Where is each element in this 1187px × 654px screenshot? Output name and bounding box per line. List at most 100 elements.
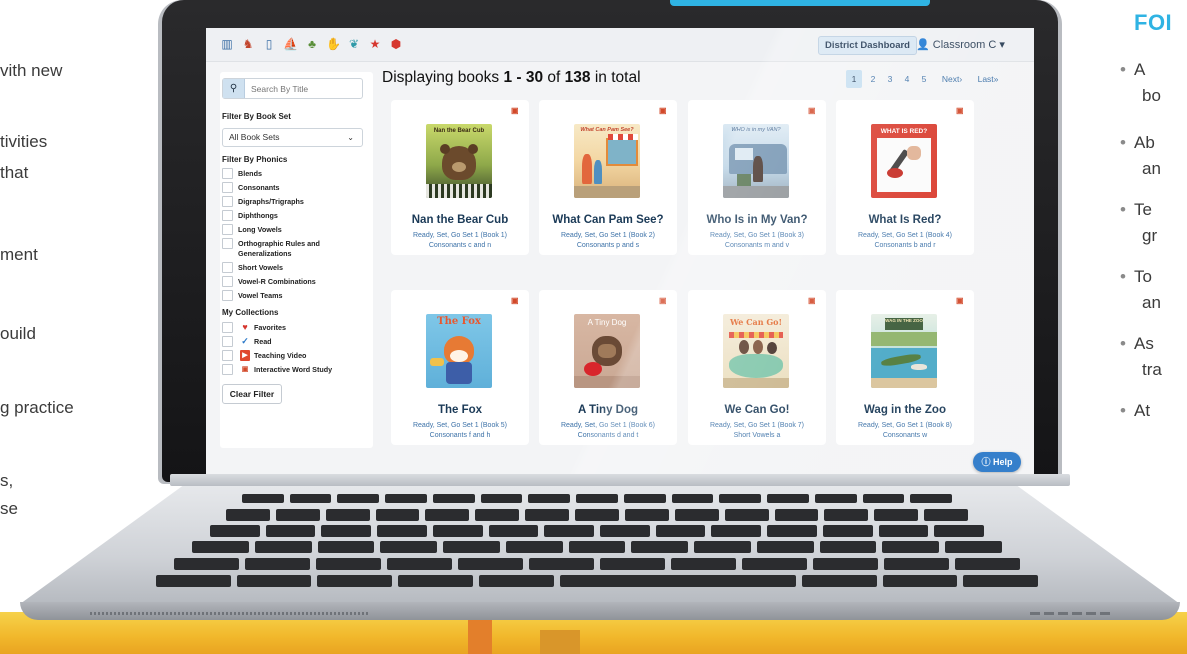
checkbox[interactable] [222, 350, 233, 361]
book-title[interactable]: What Can Pam See? [539, 214, 677, 226]
left-text-line: g practice [0, 398, 74, 417]
video-icon: ▶ [240, 350, 250, 361]
book-set-label: Ready, Set, Go Set 1 (Book 3) [709, 232, 805, 239]
keyboard-key [568, 541, 626, 553]
star-icon[interactable]: ★ [368, 37, 382, 51]
book-cover[interactable]: The Fox [426, 314, 492, 388]
book-card[interactable]: ▣ Nan the Bear Cub Nan the Bear Cub Read… [391, 100, 529, 255]
book-focus-label: Consonants d and t [577, 432, 639, 439]
search-input[interactable] [251, 82, 359, 95]
checkbox[interactable] [222, 322, 233, 333]
word-study-icon: ▣ [659, 106, 667, 115]
keyboard-key [488, 525, 539, 537]
keyboard-key [544, 525, 594, 537]
keyboard-key [156, 575, 231, 587]
book-card[interactable]: ▣ We Can Go! We Can Go! Ready, Set, Go S… [688, 290, 826, 445]
checkbox[interactable] [222, 196, 233, 207]
book-title[interactable]: The Fox [391, 404, 529, 416]
books-icon[interactable]: ▥ [220, 37, 234, 51]
family-icon[interactable]: ♣ [305, 37, 319, 51]
book-title[interactable]: Who Is in My Van? [688, 214, 826, 226]
page-3[interactable]: 3 [883, 70, 897, 88]
checkbox[interactable] [222, 262, 233, 273]
book-title[interactable]: What Is Red? [836, 214, 974, 226]
readers-icon[interactable]: ♞ [241, 37, 255, 51]
keyboard-key [955, 558, 1020, 570]
keyboard-key [600, 525, 650, 537]
book-card[interactable]: ▣ The Fox The Fox Ready, Set, Go Set 1 (… [391, 290, 529, 445]
checkbox[interactable] [222, 224, 233, 235]
chevron-down-icon: ⌄ [347, 133, 354, 142]
search-icon[interactable]: ⚲ [223, 79, 245, 98]
keyboard-key [576, 494, 618, 503]
book-set-select[interactable]: All Book Sets ⌄ [222, 128, 363, 147]
book-cover[interactable]: Nan the Bear Cub [426, 124, 492, 198]
book-set-label: Ready, Set, Go Set 1 (Book 2) [560, 232, 656, 239]
boat-icon[interactable]: ⛵ [283, 37, 298, 51]
classroom-label: Classroom C [932, 39, 997, 51]
marketing-screenshot: vith new tivities that ment ouild g prac… [0, 0, 1187, 654]
keyboard-key [337, 494, 380, 503]
hands-icon[interactable]: ✋ [326, 37, 341, 51]
book-card[interactable]: ▣ WHO is in my VAN? Who Is in My Van? Re… [688, 100, 826, 255]
checkbox[interactable] [222, 238, 233, 249]
keyboard-key [813, 558, 878, 570]
book-title[interactable]: A Tiny Dog [539, 404, 677, 416]
badge-icon[interactable]: ⬢ [389, 37, 403, 51]
book-focus-label: Consonants f and h [429, 432, 491, 439]
keyboard-key [631, 541, 689, 553]
book-cover[interactable]: What Can Pam See? [574, 124, 640, 198]
checkbox[interactable] [222, 210, 233, 221]
clear-filter-button[interactable]: Clear Filter [222, 384, 282, 404]
laptop-hinge [170, 474, 1070, 486]
last-page-link[interactable]: Last» [972, 70, 1004, 88]
keyboard-key [767, 525, 817, 537]
keyboard-key [882, 575, 958, 587]
right-bullet: • To an [1120, 267, 1161, 312]
page-2[interactable]: 2 [866, 70, 880, 88]
book-focus-label: Consonants w [882, 432, 928, 439]
book-set-label: Ready, Set, Go Set 1 (Book 1) [412, 232, 508, 239]
word-study-icon: ▣ [808, 106, 816, 115]
book-title[interactable]: We Can Go! [688, 404, 826, 416]
page-1[interactable]: 1 [846, 70, 862, 88]
keyboard-key [774, 509, 819, 521]
book-card[interactable]: ▣ WHAT IS RED? What Is Red? Ready, Set, … [836, 100, 974, 255]
book-card[interactable]: ▣ WAG IN THE ZOO Wag in the Zoo Ready, S… [836, 290, 974, 445]
book-card[interactable]: ▣ A Tiny Dog A Tiny Dog Ready, Set, Go S… [539, 290, 677, 445]
document-icon[interactable]: ▯ [262, 37, 276, 51]
book-cover[interactable]: A Tiny Dog [574, 314, 640, 388]
help-button[interactable]: ⓘ Help [973, 452, 1021, 472]
book-cover[interactable]: WHO is in my VAN? [723, 124, 789, 198]
page-5[interactable]: 5 [917, 70, 931, 88]
book-set-heading: Filter By Book Set [222, 112, 291, 121]
keyboard-key [671, 558, 736, 570]
keyboard-key [674, 509, 719, 521]
user-icon: 👤 [916, 39, 930, 51]
next-page-link[interactable]: Next› [935, 70, 969, 88]
bookmark-icon[interactable]: ❦ [347, 37, 361, 51]
book-cover[interactable]: We Can Go! [723, 314, 789, 388]
checkbox[interactable] [222, 276, 233, 287]
book-title[interactable]: Nan the Bear Cub [391, 214, 529, 226]
book-cover[interactable]: WHAT IS RED? [871, 124, 937, 198]
keyboard-key [236, 575, 312, 587]
checkbox[interactable] [222, 168, 233, 179]
checkbox[interactable] [222, 182, 233, 193]
checkbox[interactable] [222, 290, 233, 301]
book-cover[interactable]: WAG IN THE ZOO [871, 314, 937, 388]
checkbox[interactable] [222, 336, 233, 347]
word-study-icon: ▣ [956, 296, 964, 305]
keyboard-key [528, 494, 571, 503]
book-card[interactable]: ▣ What Can Pam See? What Can Pam See? Re… [539, 100, 677, 255]
keyboard-key [480, 494, 523, 503]
book-title[interactable]: Wag in the Zoo [836, 404, 974, 416]
district-dashboard-button[interactable]: District Dashboard [818, 36, 917, 55]
checkmark-icon: ✓ [241, 336, 249, 346]
classroom-menu[interactable]: 👤 Classroom C ▾ [916, 37, 1005, 53]
keyboard-key [398, 575, 473, 587]
keyboard-key [671, 494, 714, 503]
page-4[interactable]: 4 [900, 70, 914, 88]
checkbox[interactable] [222, 364, 233, 375]
book-focus-label: Consonants c and n [428, 242, 492, 249]
